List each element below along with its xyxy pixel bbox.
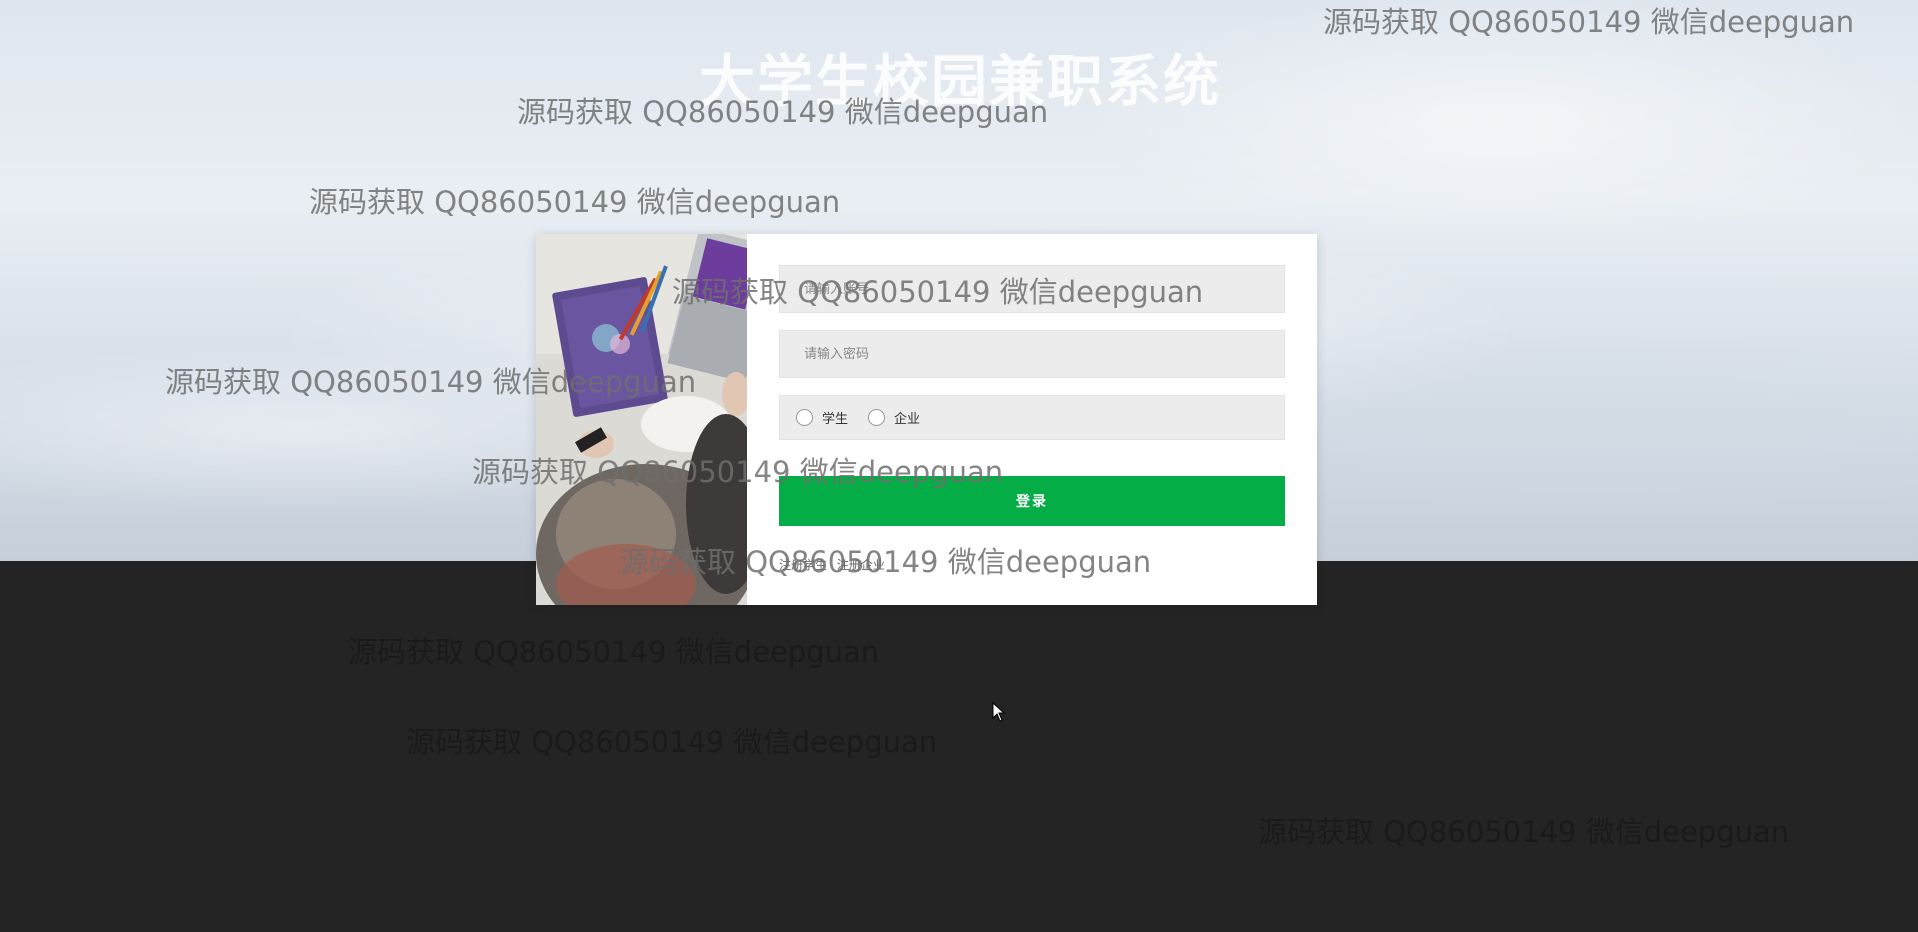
- role-company-radio[interactable]: 企业: [868, 408, 920, 427]
- role-student-radio[interactable]: 学生: [796, 408, 848, 427]
- desk-photo-illustration: [536, 234, 747, 605]
- role-company-label: 企业: [894, 412, 921, 427]
- dark-footer-background: [0, 561, 1918, 932]
- site-title: 大学生校园兼职系统: [699, 50, 1221, 115]
- register-links: 注册学生 注册企业: [779, 556, 1285, 573]
- role-radio-group: 学生 企业: [779, 395, 1285, 440]
- login-page: 大学生校园兼职系统 请输入账号 学生 企业 登录 注册学生 注册企业 源码获取 …: [0, 0, 1918, 932]
- radio-circle-icon[interactable]: [868, 409, 886, 426]
- register-student-link[interactable]: 注册学生: [779, 558, 827, 572]
- register-company-link[interactable]: 注册企业: [837, 558, 885, 572]
- radio-circle-icon[interactable]: [796, 409, 813, 426]
- mouse-cursor-icon: [992, 702, 1006, 722]
- username-input[interactable]: [779, 265, 1285, 313]
- role-student-label: 学生: [822, 412, 849, 427]
- password-input[interactable]: [779, 330, 1285, 378]
- login-form: 学生 企业 登录 注册学生 注册企业: [779, 265, 1285, 573]
- login-button[interactable]: 登录: [779, 476, 1285, 526]
- login-card: 学生 企业 登录 注册学生 注册企业: [536, 234, 1317, 605]
- student-desk-photo: [536, 234, 747, 605]
